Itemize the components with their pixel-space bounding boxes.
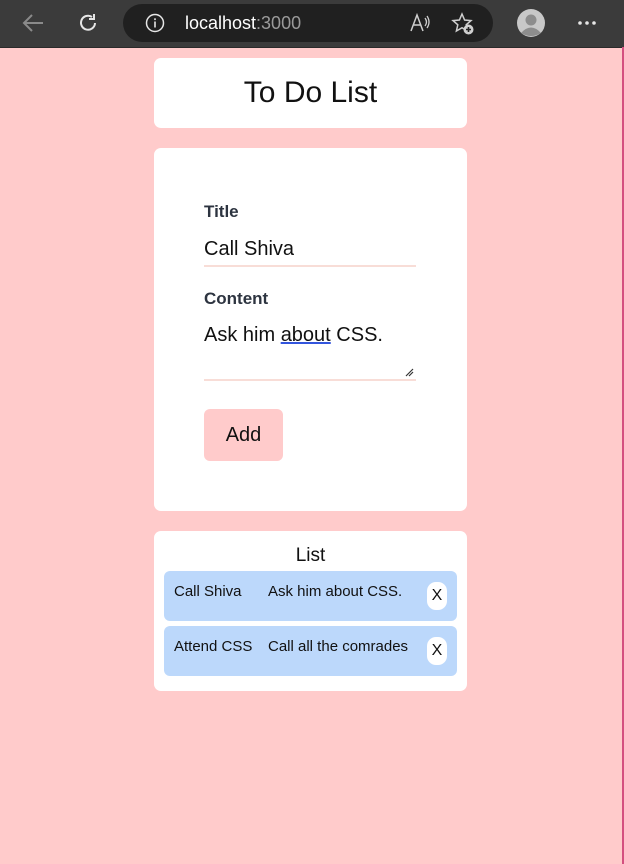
add-button[interactable]: Add xyxy=(204,409,283,461)
browser-toolbar: localhost:3000 xyxy=(0,0,624,48)
delete-button[interactable]: X xyxy=(427,582,447,610)
content-text-spell: about xyxy=(280,324,331,346)
address-bar[interactable]: localhost:3000 xyxy=(123,4,493,42)
list-item: Attend CSS Call all the comrades X xyxy=(164,626,457,676)
list-item: Call Shiva Ask him about CSS. X xyxy=(164,571,457,621)
content-textarea[interactable]: Ask him about CSS. xyxy=(204,321,416,381)
more-options-icon[interactable] xyxy=(572,8,602,43)
content-text-after: CSS. xyxy=(330,324,383,346)
note-content: Ask him about CSS. xyxy=(268,583,403,600)
back-button[interactable] xyxy=(17,8,49,38)
list-card: List Call Shiva Ask him about CSS. X Att… xyxy=(154,531,467,691)
profile-avatar-icon[interactable] xyxy=(516,8,546,43)
site-info-icon[interactable] xyxy=(145,13,165,38)
content-text-before: Ask him xyxy=(204,324,281,346)
list-heading: List xyxy=(295,545,326,566)
note-form: Title Call Shiva Content Ask him about C… xyxy=(154,148,467,511)
note-title: Attend CSS xyxy=(174,638,253,655)
delete-button[interactable]: X xyxy=(427,637,447,665)
header-card: To Do List xyxy=(154,58,467,128)
resize-grip-icon[interactable] xyxy=(405,368,414,377)
url-port: :3000 xyxy=(256,13,302,33)
page-title: To Do List xyxy=(243,76,378,109)
title-input[interactable]: Call Shiva xyxy=(204,235,416,267)
url-host: localhost xyxy=(185,13,257,33)
reload-button[interactable] xyxy=(72,8,104,38)
note-content: Call all the comrades xyxy=(268,638,409,655)
reload-icon xyxy=(80,14,96,31)
content-label: Content xyxy=(204,289,269,308)
title-label: Title xyxy=(204,202,239,221)
url-text[interactable]: localhost:3000 xyxy=(185,12,301,34)
add-favorite-icon[interactable] xyxy=(451,12,475,41)
read-aloud-icon[interactable] xyxy=(409,12,431,38)
note-title: Call Shiva xyxy=(174,583,242,600)
arrow-left-icon xyxy=(22,14,43,32)
